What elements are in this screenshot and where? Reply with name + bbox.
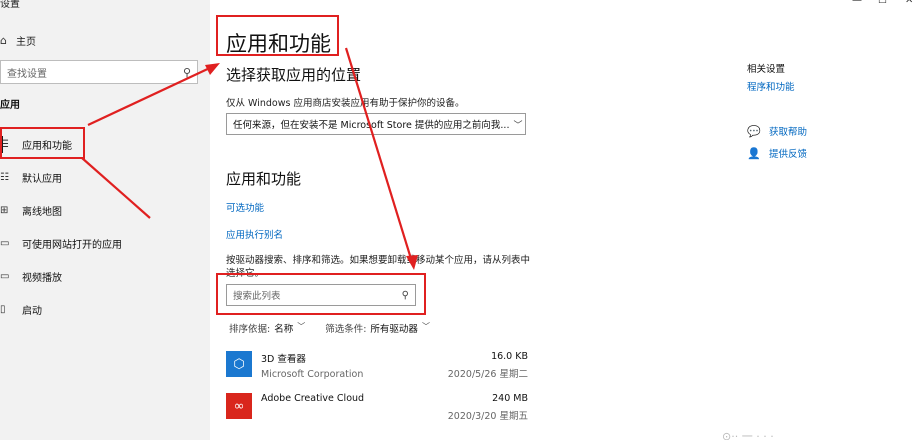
app-source-dropdown-value: 任何来源，但在安装不是 Microsoft Store 提供的应用之前向我...: [233, 120, 510, 131]
chat-help-icon: 💬: [747, 124, 761, 138]
creative-cloud-icon: ∞: [226, 393, 252, 419]
sidebar-item-offline-maps[interactable]: ⊞ 离线地图: [0, 194, 210, 227]
app-list: ⬡ 3D 查看器 Microsoft Corporation 16.0 KB 2…: [226, 348, 530, 432]
choose-source-title: 选择获取应用的位置: [226, 66, 362, 84]
sidebar-item-label: 启动: [22, 306, 42, 317]
app-size: 16.0 KB: [491, 351, 528, 362]
window-title: 设置: [0, 0, 20, 10]
get-help-link[interactable]: 💬 获取帮助: [747, 124, 808, 139]
annotation-box-search: [216, 273, 426, 315]
search-icon[interactable]: ⚲: [183, 66, 191, 79]
sidebar-item-default-apps[interactable]: ☷ 默认应用: [0, 161, 210, 194]
get-help-label: 获取帮助: [769, 127, 808, 138]
settings-search-placeholder: 查找设置: [7, 68, 47, 80]
offline-maps-icon: ⊞: [0, 205, 9, 216]
filter-dropdown[interactable]: 所有驱动器: [370, 321, 418, 335]
sidebar-item-label: 离线地图: [22, 207, 62, 218]
optional-features-link[interactable]: 可选功能: [226, 200, 264, 214]
filter-label: 筛选条件:: [325, 324, 367, 335]
sidebar: 设置 ⌂ 主页 查找设置 ⚲ 应用 ☰ 应用和功能 ☷ 默认应用 ⊞ 离线地图 …: [0, 0, 210, 440]
choose-source-description: 仅从 Windows 应用商店安装应用有助于保护你的设备。: [226, 98, 465, 109]
give-feedback-link[interactable]: 👤 提供反馈: [747, 146, 808, 161]
maximize-icon[interactable]: ☐: [878, 0, 887, 6]
sort-dropdown[interactable]: 名称: [274, 321, 293, 335]
sort-filter-bar: 排序依据: 名称 ﹀ 筛选条件: 所有驱动器 ﹀: [229, 321, 446, 335]
home-nav-item[interactable]: ⌂ 主页: [0, 30, 36, 50]
annotation-box-sidebar: [0, 127, 85, 159]
list-item[interactable]: ∞ Adobe Creative Cloud 240 MB 2020/3/20 …: [226, 390, 530, 432]
programs-features-link[interactable]: 程序和功能: [747, 79, 795, 93]
sort-label: 排序依据:: [229, 324, 271, 335]
app-date: 2020/5/26 星期二: [447, 369, 528, 380]
apps-for-websites-icon: ▭: [0, 238, 10, 249]
minimize-icon[interactable]: —: [852, 0, 862, 6]
app-aliases-link[interactable]: 应用执行别名: [226, 227, 283, 241]
apps-features-title: 应用和功能: [226, 170, 302, 188]
feedback-icon: 👤: [747, 146, 761, 160]
sidebar-item-label: 视频播放: [22, 273, 62, 284]
annotation-box-title: [216, 15, 339, 56]
app-size: 240 MB: [492, 393, 528, 404]
chevron-down-icon: ﹀: [297, 322, 306, 331]
app-date: 2020/3/20 星期五: [447, 411, 528, 422]
related-settings-title: 相关设置: [747, 64, 786, 75]
app-source-dropdown[interactable]: 任何来源，但在安装不是 Microsoft Store 提供的应用之前向我...…: [226, 113, 526, 135]
sidebar-item-apps-for-websites[interactable]: ▭ 可使用网站打开的应用: [0, 227, 210, 260]
home-label: 主页: [16, 36, 36, 48]
default-apps-icon: ☷: [0, 172, 9, 183]
3d-viewer-icon: ⬡: [226, 351, 252, 377]
chevron-down-icon: ﹀: [421, 322, 430, 331]
settings-search-input[interactable]: 查找设置 ⚲: [0, 60, 198, 84]
sidebar-item-label: 默认应用: [22, 174, 62, 185]
close-icon[interactable]: ✕: [905, 0, 913, 6]
sidebar-item-startup[interactable]: ▯ 启动: [0, 293, 210, 326]
give-feedback-label: 提供反馈: [769, 149, 808, 160]
sidebar-section-title: 应用: [0, 100, 20, 111]
chevron-down-icon: ﹀: [513, 120, 523, 131]
video-playback-icon: ▭: [0, 271, 10, 282]
watermark: ⊙·· 一 · · ·: [722, 430, 774, 440]
sidebar-item-label: 可使用网站打开的应用: [22, 240, 122, 251]
home-icon: ⌂: [0, 33, 7, 47]
startup-icon: ▯: [0, 304, 6, 315]
sidebar-item-video-playback[interactable]: ▭ 视频播放: [0, 260, 210, 293]
list-item[interactable]: ⬡ 3D 查看器 Microsoft Corporation 16.0 KB 2…: [226, 348, 530, 390]
